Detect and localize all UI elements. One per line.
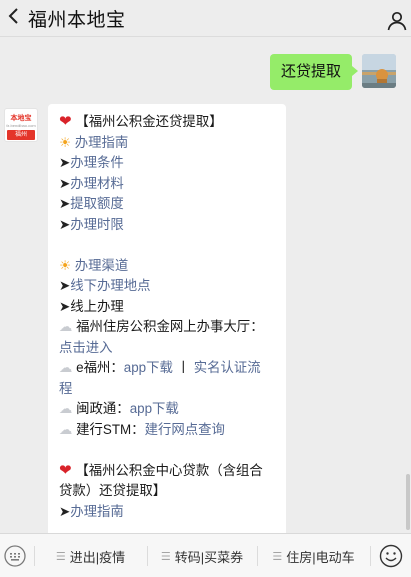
avatar-brand: 本地宝 xyxy=(10,115,32,122)
offline-location-link[interactable]: 线下办理地点 xyxy=(70,278,150,293)
efz-download-link[interactable]: app下载 xyxy=(124,360,173,375)
guide-heading-line: ☀ 办理指南 xyxy=(59,133,276,154)
section1-title-line: ❤ 【福州公积金还贷提取】 xyxy=(59,112,276,133)
hall-label: 福州住房公积金网上办事大厅： xyxy=(76,319,264,334)
arrow-icon: ➤ xyxy=(59,298,71,314)
menu-item-label: 住房|电动车 xyxy=(286,549,355,565)
cloud-icon: ☁ xyxy=(59,401,73,416)
person-icon[interactable] xyxy=(386,10,408,32)
section2-title: 【福州公积金中心贷款（含组合 xyxy=(75,462,263,478)
my-message-row: 还贷提取 xyxy=(269,54,396,90)
keyboard-icon[interactable] xyxy=(4,545,26,567)
mzt-line: ☁ 闽政通：app下载 xyxy=(59,399,276,420)
menu-item-label: 进出|疫情 xyxy=(69,549,126,565)
top-bar: 福州本地宝 xyxy=(0,0,411,37)
menu-item-housing[interactable]: ☰ 住房|电动车 xyxy=(257,534,370,577)
efz-line-cont: 程 xyxy=(59,379,276,400)
ccb-branch-link[interactable]: 建行网点查询 xyxy=(145,422,225,437)
efz-verify-link-cont[interactable]: 程 xyxy=(59,381,72,396)
arrow-icon: ➤ xyxy=(59,175,71,191)
menu-lines-icon: ☰ xyxy=(160,550,171,563)
mzt-download-link[interactable]: app下载 xyxy=(130,401,179,416)
chat-area[interactable]: 还贷提取 本地宝 fz.bendibao.com 福州 ❤ 【福州公积金还贷提取… xyxy=(0,38,411,533)
arrow-icon: ➤ xyxy=(59,503,71,519)
arrow-icon: ➤ xyxy=(59,155,71,170)
menu-item-epidemic[interactable]: ☰ 进出|疫情 xyxy=(34,534,147,577)
guide-item: ➤办理材料 xyxy=(59,174,276,195)
guide-item-link[interactable]: 提取额度 xyxy=(70,196,124,211)
guide-item: ➤提取额度 xyxy=(59,194,276,215)
efz-line: ☁ e福州：app下载 丨 实名认证流 xyxy=(59,358,276,379)
emoji-icon[interactable] xyxy=(379,544,403,568)
bottom-menu-bar: ☰ 进出|疫情 ☰ 转码|买菜券 ☰ 住房|电动车 xyxy=(0,533,411,577)
divider xyxy=(370,546,371,566)
page-title: 福州本地宝 xyxy=(28,10,126,31)
channel-heading-line: ☀ 办理渠道 xyxy=(59,256,276,277)
separator-text: 丨 xyxy=(176,360,190,375)
mzt-label: 闽政通： xyxy=(76,401,130,416)
cloud-icon: ☁ xyxy=(59,360,73,375)
offline-line: ➤线下办理地点 xyxy=(59,276,276,297)
ccb-line: ☁ 建行STM：建行网点查询 xyxy=(59,420,276,441)
section2-title-cont: 贷款）还贷提取】 xyxy=(59,483,167,498)
guide-item: ➤办理时限 xyxy=(59,215,276,236)
heart-icon: ❤ xyxy=(59,461,72,479)
guide-item-link[interactable]: 办理材料 xyxy=(70,176,124,191)
chevron-left-icon[interactable] xyxy=(4,2,26,30)
arrow-icon: ➤ xyxy=(59,278,71,293)
hall-line: ☁ 福州住房公积金网上办事大厅： xyxy=(59,317,276,338)
landscape-avatar-icon xyxy=(362,54,396,88)
sun-icon: ☀ xyxy=(59,257,72,273)
heart-icon: ❤ xyxy=(59,113,72,130)
scrollbar-thumb[interactable] xyxy=(406,474,410,530)
menu-item-label: 转码|买菜券 xyxy=(174,549,244,565)
sun-icon: ☀ xyxy=(59,134,72,150)
section2-title-line-cont: 贷款）还贷提取】 xyxy=(59,481,276,502)
arrow-icon: ➤ xyxy=(59,216,71,232)
hall-link-line: 点击进入 xyxy=(59,338,276,359)
arrow-icon: ➤ xyxy=(59,196,71,211)
avatar-url: fz.bendibao.com xyxy=(6,123,36,128)
section1-title: 【福州公积金还贷提取】 xyxy=(75,114,223,129)
bot-message-bubble: ❤ 【福州公积金还贷提取】 ☀ 办理指南 ➤办理条件 ➤办理材料 ➤提取额度 ➤… xyxy=(48,104,286,533)
hall-enter-link[interactable]: 点击进入 xyxy=(59,340,113,355)
my-avatar[interactable] xyxy=(362,54,396,88)
guide-item-link[interactable]: 办理时限 xyxy=(70,217,124,232)
efz-label: e福州： xyxy=(76,360,124,375)
avatar-city: 福州 xyxy=(7,130,35,140)
section2-title-line: ❤ 【福州公积金中心贷款（含组合 xyxy=(59,461,276,482)
menu-item-health-code[interactable]: ☰ 转码|买菜券 xyxy=(147,534,257,577)
online-label: 线上办理 xyxy=(70,298,124,314)
online-line: ➤线上办理 xyxy=(59,297,276,318)
section2-guide-link[interactable]: 办理指南 xyxy=(70,504,124,519)
ccb-label: 建行STM： xyxy=(76,421,145,437)
bendibao-avatar[interactable]: 本地宝 fz.bendibao.com 福州 xyxy=(4,108,38,142)
channel-heading-link[interactable]: 办理渠道 xyxy=(75,258,129,273)
my-message-bubble[interactable]: 还贷提取 xyxy=(269,54,359,90)
guide-item-link[interactable]: 办理条件 xyxy=(70,155,124,170)
menu-lines-icon: ☰ xyxy=(55,550,66,563)
efz-verify-link[interactable]: 实名认证流 xyxy=(194,360,261,375)
cloud-icon: ☁ xyxy=(59,421,73,437)
guide-heading-link[interactable]: 办理指南 xyxy=(75,135,129,150)
section2-guide-line: ➤办理指南 xyxy=(59,502,276,523)
guide-item: ➤办理条件 xyxy=(59,153,276,174)
cloud-icon: ☁ xyxy=(59,319,73,334)
menu-lines-icon: ☰ xyxy=(272,550,283,563)
